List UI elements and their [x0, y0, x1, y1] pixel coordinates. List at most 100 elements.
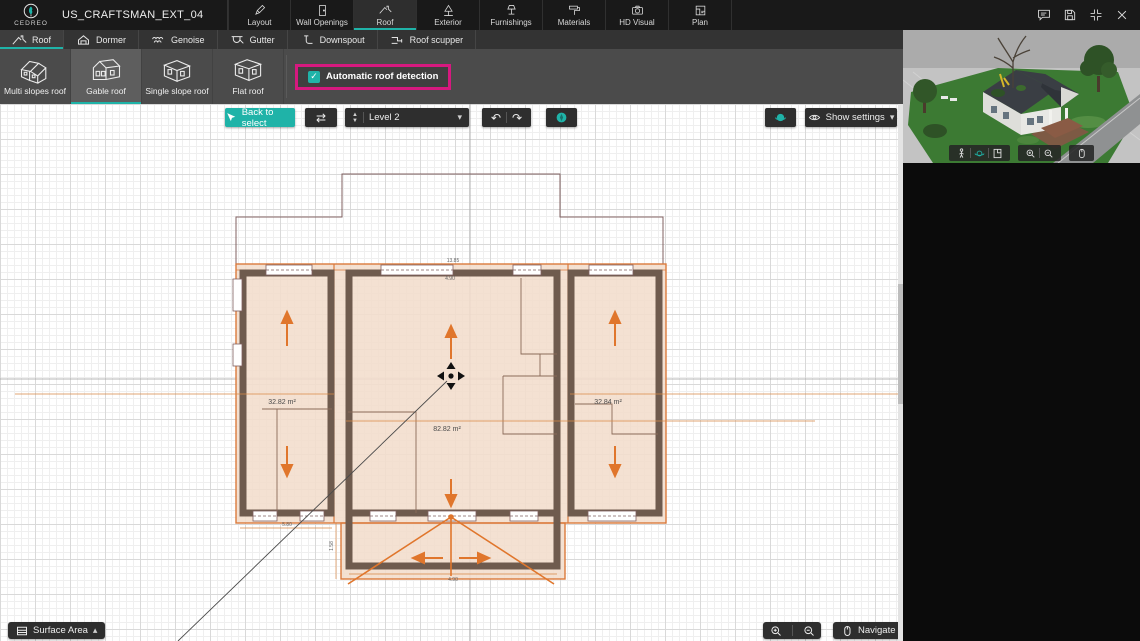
switch-level-button[interactable]: ⇄	[305, 108, 337, 127]
flat-roof-icon	[231, 57, 265, 84]
compass-icon	[555, 111, 568, 124]
roof-plan-drawing: 32.82 m² 82.82 m² 32.84 m² 13.85 4.90 5.…	[0, 104, 903, 641]
divider	[363, 112, 364, 123]
ribbon-label: Dormer	[96, 35, 126, 45]
tool-single-slope-roof[interactable]: Single slope roof	[142, 49, 213, 104]
logo-text: CEDREO	[14, 20, 48, 27]
tab-label: Plan	[692, 18, 708, 27]
zoom-out-icon[interactable]	[1040, 146, 1057, 160]
ribbon-tab-genoise[interactable]: Genoise	[139, 30, 218, 49]
downspout-icon	[300, 34, 315, 46]
lamp-icon	[504, 4, 519, 17]
top-bar: CEDREO US_CRAFTSMAN_EXT_04 Layout Wall O…	[0, 0, 1140, 30]
right-panel	[903, 30, 1140, 641]
ribbon-tab-roof[interactable]: Roof	[0, 30, 64, 49]
ribbon-tab-downspout[interactable]: Downspout	[288, 30, 378, 49]
preview-toolbar	[903, 145, 1140, 161]
tab-materials[interactable]: Materials	[543, 0, 606, 30]
tab-label: Furnishings	[490, 18, 531, 27]
back-to-select-label: Back to select	[242, 107, 295, 129]
save-icon[interactable]	[1061, 7, 1078, 24]
zoom-in-icon[interactable]	[1022, 146, 1039, 160]
walk-icon[interactable]	[953, 146, 970, 160]
show-settings-button[interactable]: Show settings ▾	[805, 108, 897, 127]
zoom-in-icon[interactable]	[770, 625, 782, 637]
tree-icon	[441, 4, 456, 17]
ribbon-tab-roof-scupper[interactable]: Roof scupper	[378, 30, 477, 49]
tab-furnishings[interactable]: Furnishings	[480, 0, 543, 30]
area-label-center: 82.82 m²	[433, 426, 461, 433]
roof-tool-palette: Multi slopes roof Gable roof Single slop…	[0, 49, 903, 104]
navigate-button[interactable]: Navigate ▴	[833, 622, 903, 639]
redo-icon[interactable]: ↷	[512, 112, 522, 124]
tab-exterior[interactable]: Exterior	[417, 0, 480, 30]
orbit-icon[interactable]	[971, 146, 988, 160]
tool-flat-roof[interactable]: Flat roof	[213, 49, 284, 104]
mouse-icon[interactable]	[1073, 146, 1090, 160]
cedreo-logo[interactable]: CEDREO	[0, 0, 62, 30]
3d-preview[interactable]	[903, 30, 1140, 163]
undo-icon[interactable]: ↶	[491, 112, 501, 124]
blueprint-icon	[693, 4, 708, 17]
orbit-icon	[774, 111, 787, 124]
auto-detect-label: Automatic roof detection	[326, 71, 438, 82]
divider	[792, 625, 793, 636]
level-selector[interactable]: ▲▼ Level 2 ▾	[345, 108, 469, 127]
tab-hd-visual[interactable]: HD Visual	[606, 0, 669, 30]
plan-canvas[interactable]: 32.82 m² 82.82 m² 32.84 m² 13.85 4.90 5.…	[0, 104, 903, 641]
table-icon	[16, 625, 28, 637]
ribbon-tab-dormer[interactable]: Dormer	[64, 30, 139, 49]
roof-outline-icon	[12, 34, 27, 46]
dim-porch-width: 4.90	[448, 577, 458, 583]
close-icon[interactable]	[1113, 7, 1130, 24]
tool-label: Multi slopes roof	[4, 86, 66, 96]
collapse-icon[interactable]	[1087, 7, 1104, 24]
ribbon-label: Roof	[32, 35, 51, 45]
compass-button[interactable]	[546, 108, 577, 127]
ribbon-label: Roof scupper	[410, 35, 464, 45]
view-orientation-button[interactable]	[765, 108, 796, 127]
tool-multi-slopes-roof[interactable]: Multi slopes roof	[0, 49, 71, 104]
chevron-up-icon: ▴	[93, 625, 98, 636]
automatic-roof-detection-toggle[interactable]: ✓ Automatic roof detection	[295, 64, 451, 90]
ribbon-label: Gutter	[250, 35, 275, 45]
tab-plan[interactable]: Plan	[669, 0, 732, 30]
ribbon-label: Genoise	[171, 35, 205, 45]
tab-label: Exterior	[434, 18, 462, 27]
tab-roof[interactable]: Roof	[354, 0, 417, 30]
level-stepper[interactable]: ▲▼	[352, 112, 358, 124]
3d-preview-render	[903, 30, 1140, 163]
back-to-select-button[interactable]: Back to select	[225, 108, 295, 127]
cursor-icon	[225, 111, 237, 124]
comment-icon[interactable]	[1035, 7, 1052, 24]
surface-area-button[interactable]: Surface Area ▴	[8, 622, 105, 639]
ribbon-tab-gutter[interactable]: Gutter	[218, 30, 288, 49]
tab-label: Wall Openings	[296, 18, 348, 27]
tab-layout[interactable]: Layout	[228, 0, 291, 30]
cedreo-logo-icon	[23, 3, 39, 19]
swap-arrows-icon: ⇄	[316, 112, 326, 124]
zoom-out-icon[interactable]	[803, 625, 815, 637]
area-label-left: 32.82 m²	[268, 399, 296, 406]
level-value: Level 2	[369, 112, 400, 123]
cedreo-app: CEDREO US_CRAFTSMAN_EXT_04 Layout Wall O…	[0, 0, 1140, 641]
checkbox-checked-icon[interactable]: ✓	[308, 71, 320, 83]
undo-redo-group: ↶ ↷	[482, 108, 531, 127]
dim-porch-height: 1.58	[329, 541, 335, 551]
tool-label: Flat roof	[232, 86, 263, 96]
floorplan-icon[interactable]	[989, 146, 1006, 160]
mouse-icon	[841, 625, 853, 637]
tool-gable-roof[interactable]: Gable roof	[71, 49, 142, 104]
dim-top-center: 4.90	[445, 276, 455, 282]
show-settings-label: Show settings	[826, 112, 885, 123]
dim-top-total: 13.85	[447, 258, 460, 264]
eye-icon	[808, 111, 821, 124]
tab-wall-openings[interactable]: Wall Openings	[291, 0, 354, 30]
pencil-icon	[252, 4, 267, 17]
tab-label: Layout	[247, 18, 271, 27]
navigate-label: Navigate	[858, 625, 896, 636]
divider	[506, 112, 507, 123]
window-controls	[1035, 0, 1140, 30]
chevron-down-icon: ▾	[457, 112, 462, 123]
top-menu: Layout Wall Openings Roof Exterior Furni…	[228, 0, 732, 30]
